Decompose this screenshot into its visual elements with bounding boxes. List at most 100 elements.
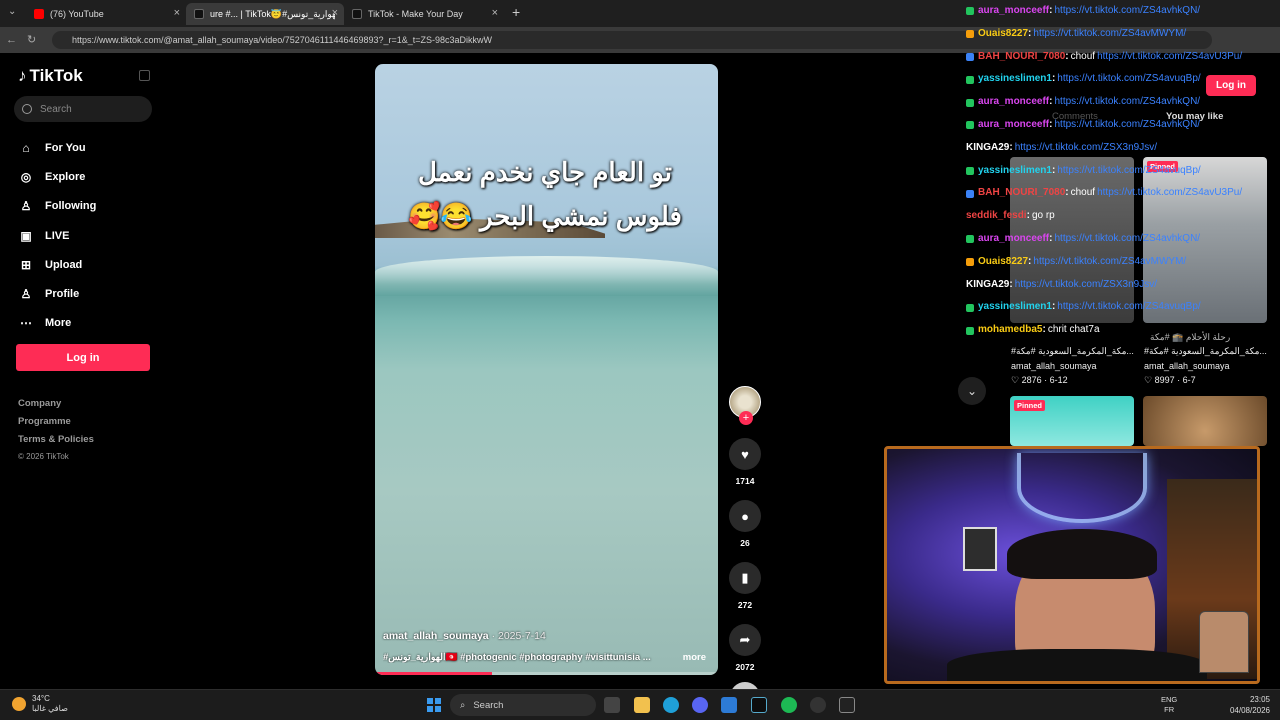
tab-tiktok-video[interactable]: ure #... | TikTok😇#الهوارية_تونس ×	[186, 3, 344, 25]
edge-icon[interactable]	[663, 697, 679, 713]
chat-message: BAH_NOURI_7080 : chouf https://vt.tiktok.c…	[966, 46, 1280, 69]
video-progress-bar[interactable]	[375, 672, 718, 675]
chat-link[interactable]: https://vt.tiktok.com/ZSX3n9Jsv/	[1015, 137, 1157, 160]
comment-icon[interactable]: ●	[729, 500, 761, 532]
chat-link[interactable]: https://vt.tiktok.com/ZS4avMWYM/	[1033, 251, 1186, 274]
sidebar-item-label: Explore	[45, 170, 86, 183]
card-2-author[interactable]: amat_allah_soumaya	[1144, 359, 1230, 373]
card-1-author[interactable]: amat_allah_soumaya	[1011, 359, 1097, 373]
chat-username: aura_monceeff	[978, 5, 1050, 16]
chat-username: seddik_fesdi	[966, 210, 1027, 222]
file-explorer-icon[interactable]	[634, 697, 650, 713]
chat-link[interactable]: https://vt.tiktok.com/ZS4avU3Pu/	[1097, 46, 1242, 69]
login-button[interactable]: Log in	[16, 344, 150, 371]
streamer-shirt	[947, 649, 1207, 681]
chat-link[interactable]: https://vt.tiktok.com/ZS4avhkQN/	[1054, 114, 1200, 137]
chat-link[interactable]: https://vt.tiktok.com/ZS4avU3Pu/	[1097, 182, 1242, 205]
more-icon: ⋯	[20, 316, 32, 331]
task-view-icon[interactable]	[604, 697, 620, 713]
app-icon[interactable]	[751, 697, 767, 713]
chat-link[interactable]: https://vt.tiktok.com/ZSX3n9Jsv/	[1015, 274, 1157, 297]
card-2-title[interactable]: #مكة_المكرمة_السعودية #مكة...	[1144, 344, 1267, 358]
footer-link-terms[interactable]: Terms & Policies	[18, 434, 94, 452]
sidebar-item-upload[interactable]: ⊞ Upload	[18, 250, 158, 279]
taskbar-search[interactable]: ⌕ Search	[450, 694, 596, 716]
search-input[interactable]: Search	[14, 96, 152, 122]
chat-link[interactable]: https://vt.tiktok.com/ZS4avuqBp/	[1057, 68, 1200, 91]
tab-youtube[interactable]: (76) YouTube ×	[26, 3, 186, 25]
clock[interactable]: 23:05 04/08/2026	[1230, 694, 1270, 716]
windows-start-icon[interactable]	[427, 698, 441, 712]
weather-widget[interactable]: 34°C صافي غالبا	[12, 694, 68, 714]
bookmark-icon[interactable]: ▮	[729, 562, 761, 594]
obs-icon[interactable]	[810, 697, 826, 713]
tiktok-logo[interactable]: ♪ TikTok	[18, 66, 83, 86]
chat-link[interactable]: https://vt.tiktok.com/ZS4avhkQN/	[1054, 228, 1200, 251]
language-indicator[interactable]: ENG FR	[1161, 695, 1177, 715]
chat-message: Ouais8227 : https://vt.tiktok.com/ZS4avMW…	[966, 251, 1280, 274]
chat-username: KINGA29	[966, 141, 1010, 153]
chat-separator: :	[1051, 73, 1056, 85]
discord-icon[interactable]	[692, 697, 708, 713]
new-tab-icon[interactable]: +	[512, 4, 520, 20]
chat-link[interactable]: https://vt.tiktok.com/ZS4avhkQN/	[1054, 0, 1200, 23]
card-1-title[interactable]: #مكة_المكرمة_السعودية #مكة...	[1011, 344, 1134, 358]
recommended-video-3[interactable]: Pinned	[1010, 396, 1134, 446]
sidebar-item-following[interactable]: ♙ Following	[18, 192, 158, 221]
footer-links: Company Programme Terms & Policies © 202…	[18, 398, 94, 470]
chat-link[interactable]: https://vt.tiktok.com/ZS4avMWYM/	[1033, 23, 1186, 46]
footer-link-company[interactable]: Company	[18, 398, 94, 416]
date: 04/08/2026	[1229, 706, 1270, 715]
copyright: © 2026 TikTok	[18, 452, 69, 461]
video-hashtags[interactable]: #الهوارية_تونس🇹🇳 #photogenic #photograph…	[383, 652, 673, 663]
footer-link-programme[interactable]: Programme	[18, 416, 94, 434]
recommended-video-4[interactable]	[1143, 396, 1267, 446]
sidebar-item-for-you[interactable]: ⌂ For You	[18, 133, 158, 162]
chat-username: aura_monceeff	[978, 118, 1050, 130]
more-link[interactable]: more	[683, 652, 706, 663]
sidebar-item-profile[interactable]: ♙ Profile	[18, 279, 158, 308]
chat-separator: :	[1028, 27, 1032, 39]
collapse-sidebar-icon[interactable]	[139, 70, 150, 81]
sidebar-item-live[interactable]: ▣ LIVE	[18, 221, 158, 250]
chat-separator: :	[1028, 255, 1032, 267]
tab-list-icon[interactable]: ⌄	[8, 6, 16, 17]
tab-tiktok-home[interactable]: TikTok - Make Your Day ×	[344, 3, 504, 25]
share-action[interactable]: ➦ 2072	[728, 624, 762, 672]
share-icon[interactable]: ➦	[729, 624, 761, 656]
heart-icon[interactable]: ♥	[729, 438, 761, 470]
store-icon[interactable]	[721, 697, 737, 713]
next-video-button[interactable]: ⌄	[958, 377, 986, 405]
stream-chat-overlay: aura_monceeff : https://vt.tiktok.com/ZS4…	[966, 0, 1280, 342]
chat-badge-icon	[966, 75, 974, 84]
comment-action[interactable]: ● 26	[728, 500, 762, 548]
chat-message: mohamedba5 : chrit chat7a	[966, 319, 1280, 342]
chat-username: KINGA29	[966, 278, 1010, 290]
chat-separator: :	[1042, 324, 1046, 336]
chat-badge-icon	[966, 326, 974, 335]
chat-link[interactable]: https://vt.tiktok.com/ZS4avuqBp/	[1057, 160, 1200, 183]
card-2-stats: ♡ 8997 · 6-7	[1144, 375, 1196, 385]
sidebar-item-explore[interactable]: ◎ Explore	[18, 162, 158, 191]
spotify-icon[interactable]	[781, 697, 797, 713]
like-action[interactable]: ♥ 1714	[728, 438, 762, 486]
chat-message: yassineslimen1 : https://vt.tiktok.com/ZS…	[966, 296, 1280, 319]
nav-buttons[interactable]: ←↻	[6, 33, 46, 46]
chat-link[interactable]: https://vt.tiktok.com/ZS4avhkQN/	[1054, 91, 1200, 114]
save-action[interactable]: ▮ 272	[728, 562, 762, 610]
follow-plus-icon[interactable]: +	[739, 411, 753, 425]
author-name[interactable]: amat_allah_soumaya	[383, 630, 489, 642]
sidebar-item-more[interactable]: ⋯ More	[18, 309, 158, 338]
video-author[interactable]: amat_allah_soumaya · 2025-7-14	[383, 630, 546, 642]
close-icon[interactable]: ×	[332, 7, 338, 19]
video-player[interactable]: تو العام جاي نخدم نعمل فلوس نمشي البحر 😂…	[375, 64, 718, 675]
close-icon[interactable]: ×	[174, 7, 180, 19]
chat-text: chouf	[1070, 187, 1096, 199]
chat-link[interactable]: https://vt.tiktok.com/ZS4avuqBp/	[1057, 296, 1200, 319]
close-icon[interactable]: ×	[492, 7, 498, 19]
creator-avatar[interactable]: +	[729, 386, 761, 425]
capcut-icon[interactable]	[839, 697, 855, 713]
chat-message: aura_monceeff : https://vt.tiktok.com/ZS4…	[966, 114, 1280, 137]
chat-message: yassineslimen1 : https://vt.tiktok.com/ZS…	[966, 68, 1280, 91]
compass-icon: ◎	[20, 169, 32, 184]
